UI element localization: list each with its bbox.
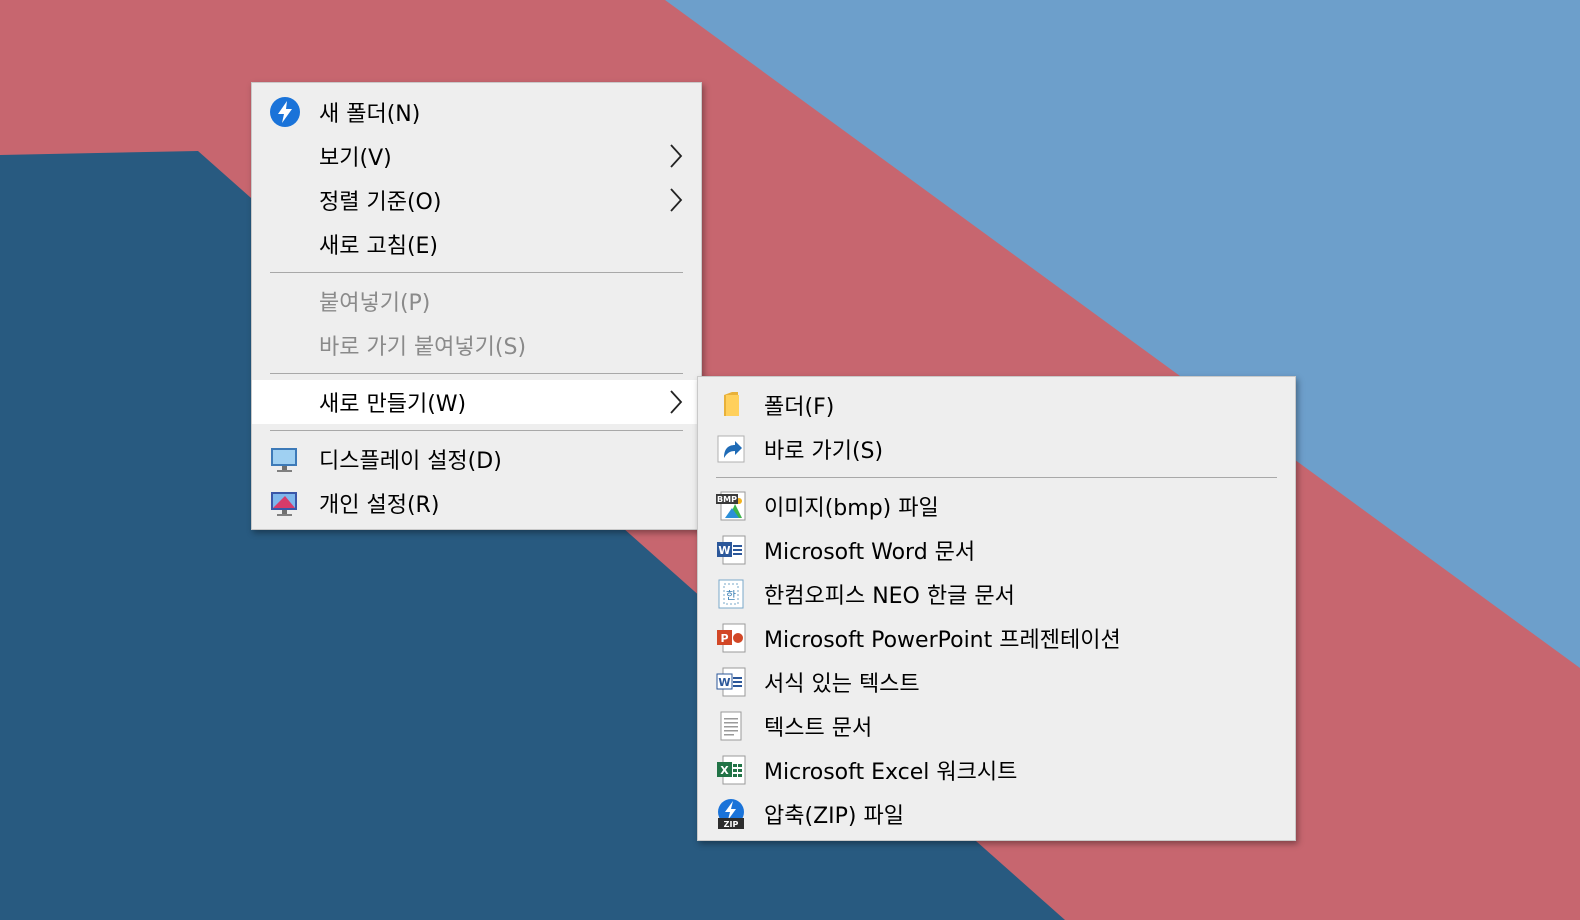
menu-item-label: 정렬 기준(O) bbox=[319, 190, 442, 215]
menu-item-view[interactable]: 보기(V) bbox=[252, 134, 701, 178]
submenu-item-hwp-document[interactable]: 한 한컴오피스 NEO 한글 문서 bbox=[698, 572, 1295, 616]
menu-item-label: 새 폴더(N) bbox=[319, 102, 421, 127]
menu-item-paste: 붙여넣기(P) bbox=[252, 279, 701, 323]
menu-item-label: 새로 만들기(W) bbox=[319, 392, 467, 417]
submenu-item-label: Microsoft Excel 워크시트 bbox=[764, 760, 1018, 785]
submenu-item-label: 텍스트 문서 bbox=[764, 716, 873, 741]
submenu-item-label: 압축(ZIP) 파일 bbox=[764, 804, 904, 829]
menu-separator bbox=[716, 477, 1277, 478]
monitor-icon bbox=[271, 448, 297, 472]
menu-item-refresh[interactable]: 새로 고침(E) bbox=[252, 222, 701, 266]
personalize-monitor-icon bbox=[271, 492, 297, 516]
submenu-item-rich-text[interactable]: W 서식 있는 텍스트 bbox=[698, 660, 1295, 704]
menu-item-paste-shortcut: 바로 가기 붙여넣기(S) bbox=[252, 323, 701, 367]
menu-separator bbox=[270, 430, 683, 431]
svg-text:W: W bbox=[718, 544, 730, 557]
new-submenu: 폴더(F) 바로 가기(S) BMP 이미지(bmp) 파일 W Microso… bbox=[697, 376, 1296, 841]
menu-item-label: 붙여넣기(P) bbox=[319, 291, 431, 316]
submenu-item-powerpoint[interactable]: P Microsoft PowerPoint 프레젠테이션 bbox=[698, 616, 1295, 660]
desktop-context-menu: 새 폴더(N) 보기(V) 정렬 기준(O) 새로 고침(E) 붙여넣기(P) … bbox=[251, 82, 702, 530]
excel-worksheet-icon: X bbox=[717, 755, 746, 785]
menu-item-new[interactable]: 새로 만들기(W) bbox=[252, 380, 701, 424]
submenu-item-label: Microsoft PowerPoint 프레젠테이션 bbox=[764, 628, 1121, 653]
folder-icon bbox=[724, 392, 739, 416]
chevron-right-icon bbox=[670, 390, 683, 414]
submenu-item-label: 바로 가기(S) bbox=[764, 439, 884, 464]
submenu-item-shortcut[interactable]: 바로 가기(S) bbox=[698, 427, 1295, 471]
submenu-item-label: 서식 있는 텍스트 bbox=[764, 672, 920, 697]
menu-item-label: 새로 고침(E) bbox=[319, 234, 439, 259]
desktop[interactable]: 새 폴더(N) 보기(V) 정렬 기준(O) 새로 고침(E) 붙여넣기(P) … bbox=[0, 0, 1580, 920]
zip-archive-icon: ZIP bbox=[718, 799, 744, 829]
rich-text-icon: W bbox=[716, 667, 746, 697]
menu-item-new-folder[interactable]: 새 폴더(N) bbox=[252, 90, 701, 134]
shortcut-icon bbox=[717, 435, 745, 463]
hwp-document-icon: 한 bbox=[718, 579, 744, 609]
menu-separator bbox=[270, 373, 683, 374]
submenu-item-text-document[interactable]: 텍스트 문서 bbox=[698, 704, 1295, 748]
submenu-item-label: 이미지(bmp) 파일 bbox=[764, 496, 939, 521]
menu-item-label: 바로 가기 붙여넣기(S) bbox=[319, 335, 527, 360]
submenu-item-zip[interactable]: ZIP 압축(ZIP) 파일 bbox=[698, 792, 1295, 836]
svg-text:한: 한 bbox=[726, 589, 736, 602]
menu-item-display-settings[interactable]: 디스플레이 설정(D) bbox=[252, 437, 701, 481]
powerpoint-icon: P bbox=[717, 623, 746, 653]
menu-item-sort-by[interactable]: 정렬 기준(O) bbox=[252, 178, 701, 222]
bmp-image-icon: BMP bbox=[716, 491, 746, 521]
svg-text:X: X bbox=[720, 764, 729, 777]
svg-text:P: P bbox=[720, 632, 728, 645]
word-document-icon: W bbox=[717, 535, 746, 565]
svg-text:W: W bbox=[718, 676, 730, 689]
chevron-right-icon bbox=[670, 144, 683, 168]
submenu-item-label: 한컴오피스 NEO 한글 문서 bbox=[764, 584, 1015, 609]
submenu-item-bmp-image[interactable]: BMP 이미지(bmp) 파일 bbox=[698, 484, 1295, 528]
submenu-item-folder[interactable]: 폴더(F) bbox=[698, 383, 1295, 427]
submenu-item-excel[interactable]: X Microsoft Excel 워크시트 bbox=[698, 748, 1295, 792]
menu-item-label: 디스플레이 설정(D) bbox=[319, 449, 502, 474]
menu-item-label: 보기(V) bbox=[319, 146, 392, 171]
submenu-item-word-document[interactable]: W Microsoft Word 문서 bbox=[698, 528, 1295, 572]
menu-separator bbox=[270, 272, 683, 273]
svg-text:ZIP: ZIP bbox=[724, 820, 739, 829]
submenu-item-label: 폴더(F) bbox=[764, 395, 835, 420]
lightning-circle-icon bbox=[270, 97, 300, 127]
chevron-right-icon bbox=[670, 188, 683, 212]
menu-item-personalize[interactable]: 개인 설정(R) bbox=[252, 481, 701, 525]
menu-item-label: 개인 설정(R) bbox=[319, 493, 440, 518]
svg-text:BMP: BMP bbox=[717, 495, 737, 504]
text-document-icon bbox=[720, 711, 742, 741]
submenu-item-label: Microsoft Word 문서 bbox=[764, 540, 976, 565]
